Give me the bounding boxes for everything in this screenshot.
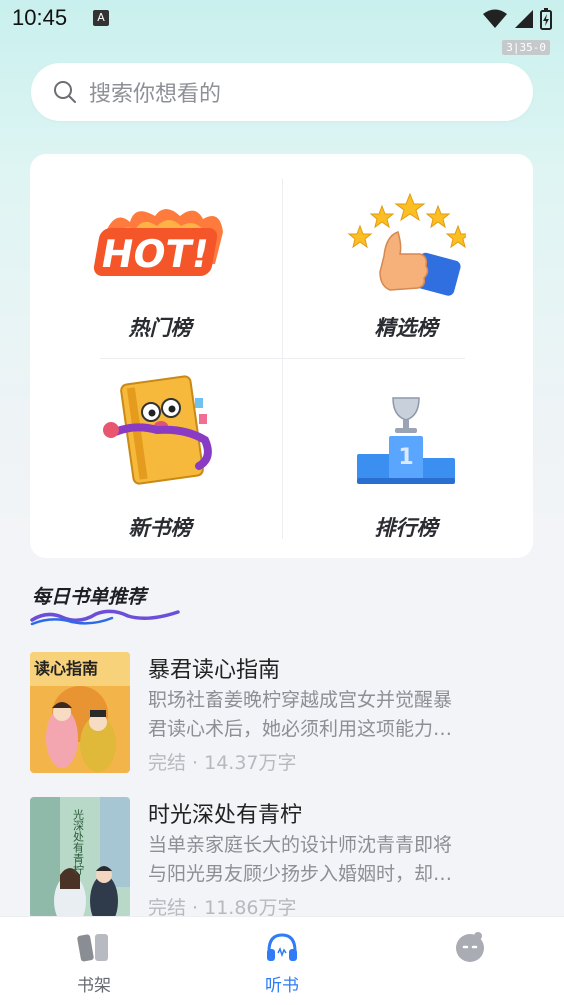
book-title: 暴君读心指南 [148,658,281,683]
svg-text:1: 1 [398,445,413,470]
book-item[interactable]: 读心指南 暴君读心指南 职场社畜姜晚柠穿越成宫女并觉醒暴 君读心术后，她必须利用… [30,652,534,774]
battery-icon [540,8,552,30]
wifi-icon [483,9,507,28]
divider-vertical [282,179,283,539]
nav-bookshelf[interactable]: 书架 [0,917,188,1005]
book-cover-title: 光深处有青柠 [72,808,85,876]
ranking-selected-label: 精选榜 [374,316,438,340]
profile-face-icon [456,932,484,962]
svg-text:HOT!: HOT! [97,232,212,277]
book-description-line: 君读心术后，她必须利用这项能力… [148,718,453,740]
search-placeholder: 搜索你想看的 [89,82,222,107]
book-description: 职场社畜姜晚柠穿越成宫女并觉醒暴 君读心术后，她必须利用这项能力… [148,686,534,744]
book-title: 时光深处有青柠 [148,803,303,828]
book-item[interactable]: 光深处有青柠 时光深处有青柠 当单亲家庭长大的设计师沈青青即将 与阳光男友顾少扬… [30,797,534,919]
notification-a-icon: A [93,10,109,26]
status-bar: 10:45 A [0,0,564,38]
divider-horizontal [100,358,465,359]
status-icons [482,8,552,30]
bottom-nav: 书架 听书 [0,916,564,1005]
book-cover: 读心指南 [30,652,130,773]
search-bar[interactable]: 搜索你想看的 [31,63,533,121]
book-description-line: 当单亲家庭长大的设计师沈青青即将 [148,834,453,856]
book-meta: 完结 · 14.37万字 [148,752,297,774]
nav-profile[interactable] [376,917,564,1005]
podium-icon: 1 [357,397,455,484]
book-description-line: 职场社畜姜晚柠穿越成宫女并觉醒暴 [148,689,453,711]
hot-icon: HOT! [93,209,223,277]
ranking-selected[interactable]: 精选榜 [286,164,526,354]
ranking-hot[interactable]: HOT! 热门榜 [40,164,280,354]
book-description-line: 与阳光男友顾少扬步入婚姻时，却… [148,863,453,885]
ranking-hot-label: 热门榜 [128,316,192,340]
ranking-leaderboard[interactable]: 1 排行榜 [286,362,526,552]
ranking-new-books[interactable]: 新书榜 [40,362,280,552]
page-indicator: 3|35-0 [502,40,550,55]
book-mascot-icon [103,375,212,485]
ranking-card: HOT! 热门榜 精选榜 新书榜 1 排行榜 [30,154,533,558]
ranking-leaderboard-label: 排行榜 [374,516,438,540]
book-cover: 光深处有青柠 [30,797,130,918]
book-cover-title: 读心指南 [34,659,98,678]
thumbs-up-stars-icon [347,192,466,296]
status-time: 10:45 [12,5,68,30]
nav-listen-label: 听书 [265,976,299,996]
signal-icon [515,10,533,28]
section-underline [30,609,180,626]
book-description: 当单亲家庭长大的设计师沈青青即将 与阳光男友顾少扬步入婚姻时，却… [148,831,534,889]
search-icon [54,81,76,103]
nav-listen[interactable]: 听书 [188,917,376,1005]
ranking-new-books-label: 新书榜 [128,516,192,540]
headphones-icon [267,933,297,961]
bookshelf-icon [77,934,108,962]
nav-bookshelf-label: 书架 [77,976,111,996]
